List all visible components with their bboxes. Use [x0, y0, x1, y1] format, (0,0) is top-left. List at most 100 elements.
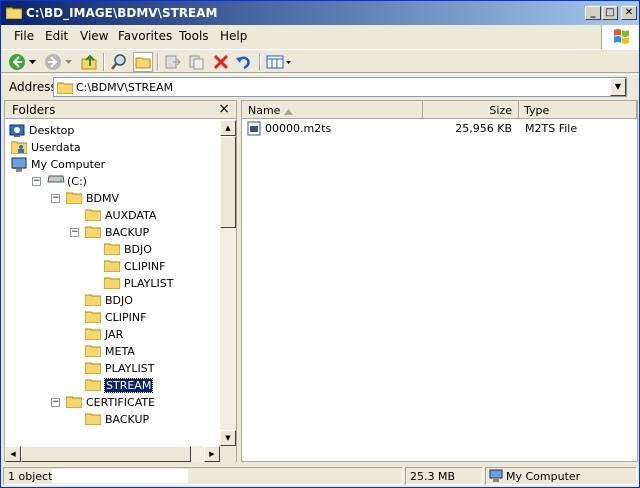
tree-node[interactable]: BDJO [5, 241, 220, 258]
folders-icon[interactable] [133, 52, 153, 72]
forward-icon[interactable] [43, 52, 63, 72]
explorer-window: C:\BD_IMAGE\BDMV\STREAM _ □ ✕ File Edit … [0, 0, 640, 488]
scroll-left-button[interactable]: ◀ [5, 446, 21, 462]
column-header-name[interactable]: Name [242, 101, 423, 119]
folder-icon [84, 327, 102, 343]
file-size: 25,956 KB [455, 122, 512, 135]
copy-to-icon[interactable] [187, 52, 207, 72]
scroll-down-button[interactable]: ▼ [220, 430, 236, 446]
tree-node-label: CLIPINF [105, 311, 147, 324]
column-header-size[interactable]: Size [423, 101, 519, 119]
tree-node-label: My Computer [31, 158, 106, 171]
toolbar-separator [157, 53, 159, 71]
collapse-icon[interactable]: − [51, 194, 60, 203]
tree-node[interactable]: CLIPINF [5, 309, 220, 326]
tree-node[interactable]: − BACKUP [5, 224, 220, 241]
menu-favorites[interactable]: Favorites [118, 29, 172, 43]
folder-icon [103, 276, 121, 292]
folder-icon [5, 6, 23, 20]
status-location: My Computer [506, 470, 581, 483]
tree-node-label: BACKUP [105, 226, 150, 239]
tree-node[interactable]: − (C:) [5, 173, 220, 190]
tree-node-label: JAR [105, 328, 124, 341]
collapse-icon[interactable]: − [51, 398, 60, 407]
folder-icon [65, 191, 83, 207]
folder-icon [56, 81, 74, 97]
minimize-button[interactable]: _ [585, 6, 601, 20]
tree-node[interactable]: Desktop [5, 122, 220, 139]
address-dropdown-button[interactable]: ▼ [610, 78, 626, 96]
file-list: Name Size Type 00000.m2ts 25,956 KB M2TS… [241, 100, 638, 462]
scroll-right-button[interactable]: ▶ [204, 446, 220, 462]
folder-icon [65, 395, 83, 411]
status-size-panel: 25.3 MB [405, 467, 483, 485]
tree-node[interactable]: − CERTIFICATE [5, 394, 220, 411]
tree-node[interactable]: AUXDATA [5, 207, 220, 224]
views-icon[interactable] [265, 52, 293, 72]
folder-icon [84, 310, 102, 326]
tree-node[interactable]: META [5, 343, 220, 360]
folder-tree: Desktop+Userdata−My Computer−(C:)−BDMVAU… [5, 120, 220, 446]
close-button[interactable]: ✕ [621, 6, 637, 20]
tree-node-label: BDMV [86, 192, 120, 205]
folder-icon [84, 361, 102, 377]
tree-node[interactable]: − BDMV [5, 190, 220, 207]
tree-node-label: STREAM [103, 378, 154, 393]
menu-view[interactable]: View [80, 29, 108, 43]
tree-node[interactable]: JAR [5, 326, 220, 343]
tree-node[interactable]: CLIPINF [5, 258, 220, 275]
media-file-icon [247, 121, 261, 139]
tree-node[interactable]: BDJO [5, 292, 220, 309]
user-folder-icon [10, 140, 28, 157]
maximize-button[interactable]: □ [602, 6, 618, 20]
tree-node[interactable]: BACKUP [5, 411, 220, 428]
file-name[interactable]: 00000.m2ts [265, 122, 331, 135]
tree-node[interactable]: +Userdata [5, 139, 220, 156]
delete-icon[interactable] [211, 52, 231, 72]
column-header-type[interactable]: Type [519, 101, 637, 119]
folder-icon [103, 242, 121, 258]
forward-dropdown-icon[interactable] [63, 52, 73, 72]
scroll-up-button[interactable]: ▲ [220, 120, 236, 136]
tree-node[interactable]: −My Computer [5, 156, 220, 173]
folders-header: Folders × [5, 101, 236, 119]
move-to-icon[interactable] [163, 52, 183, 72]
horizontal-scrollbar[interactable]: ◀ ▶ [5, 446, 220, 462]
back-dropdown-icon[interactable] [27, 52, 37, 72]
collapse-icon[interactable]: − [32, 177, 41, 186]
menu-tools[interactable]: Tools [179, 29, 209, 43]
file-row[interactable]: 00000.m2ts 25,956 KB M2TS File [242, 120, 637, 137]
menu-bar: File Edit View Favorites Tools Help [1, 25, 601, 47]
status-progress-area [52, 469, 188, 483]
column-name-label: Name [248, 104, 281, 117]
menu-file[interactable]: File [14, 29, 34, 43]
back-icon[interactable] [7, 52, 27, 72]
folder-icon [84, 225, 102, 241]
status-objects: 1 objects [8, 470, 59, 483]
window-title: C:\BD_IMAGE\BDMV\STREAM [26, 6, 218, 20]
vertical-scrollbar[interactable]: ▲ ▼ [220, 120, 236, 446]
folder-icon [84, 344, 102, 360]
search-icon[interactable] [109, 52, 129, 72]
up-icon[interactable] [79, 52, 99, 72]
tree-node[interactable]: PLAYLIST [5, 360, 220, 377]
tree-node-label: META [105, 345, 135, 358]
undo-icon[interactable] [233, 52, 253, 72]
toolbar [1, 49, 639, 73]
tree-node[interactable]: STREAM [5, 377, 220, 394]
scroll-thumb[interactable] [220, 136, 236, 228]
tree-node-label: BDJO [105, 294, 133, 307]
title-bar[interactable]: C:\BD_IMAGE\BDMV\STREAM _ □ ✕ [1, 1, 639, 25]
menu-help[interactable]: Help [220, 29, 247, 43]
folder-icon [84, 208, 102, 224]
tree-node[interactable]: PLAYLIST [5, 275, 220, 292]
status-bar: 1 objects 25.3 MB My Computer [1, 465, 639, 487]
file-type: M2TS File [525, 122, 578, 135]
folder-icon [84, 412, 102, 428]
address-input[interactable]: C:\BDMV\STREAM ▼ [53, 77, 627, 97]
tree-node-label: PLAYLIST [124, 277, 174, 290]
collapse-icon[interactable]: − [70, 228, 79, 237]
scroll-thumb-horizontal[interactable] [21, 446, 191, 462]
close-icon[interactable]: × [218, 101, 230, 117]
menu-edit[interactable]: Edit [45, 29, 68, 43]
